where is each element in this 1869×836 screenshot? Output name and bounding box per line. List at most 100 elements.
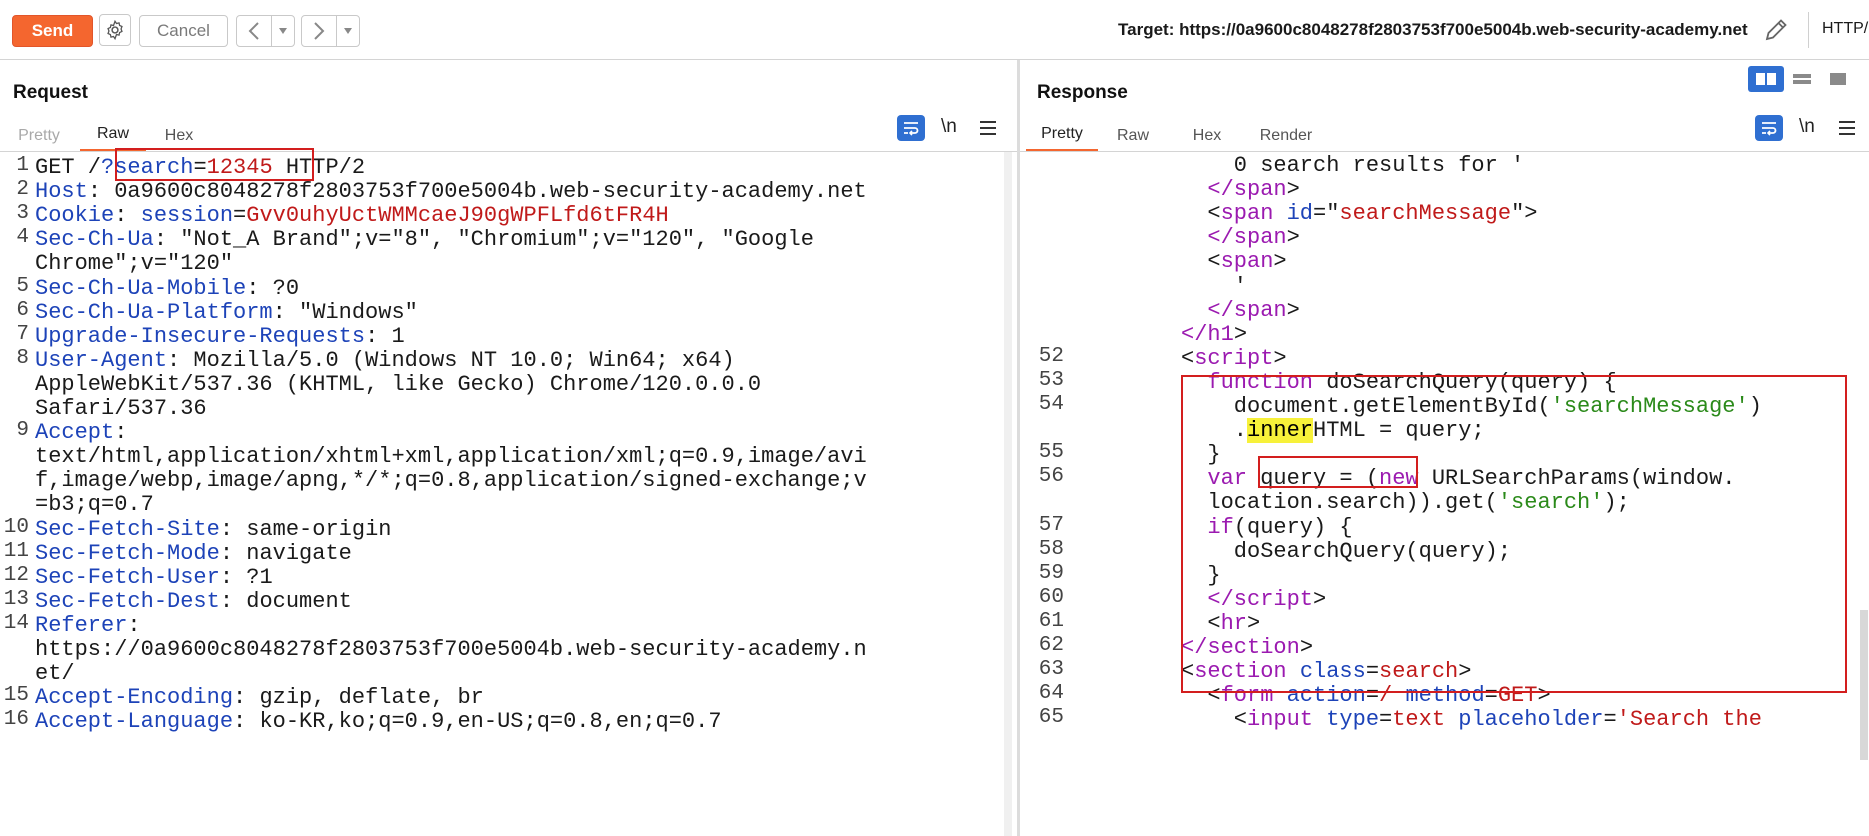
code-token: Accept-Language [35, 709, 234, 735]
code-token: : gzip, deflate, br [233, 685, 484, 711]
tab-response-render[interactable]: Render [1248, 119, 1324, 152]
code-token: searchMessage [1339, 201, 1512, 227]
search-param-highlight [115, 148, 314, 181]
response-wrap-toggle[interactable] [1755, 115, 1783, 141]
back-history-dropdown[interactable] [272, 16, 294, 46]
settings-button[interactable] [99, 14, 131, 46]
code-token: id [1286, 201, 1314, 227]
request-title: Request [13, 82, 88, 103]
line-number: 10 [3, 515, 29, 539]
layout-toggle-group [1748, 66, 1856, 92]
code-token: : 0a9600c8048278f2803753f700e5004b.web-s… [87, 179, 867, 205]
chevron-left-icon [248, 22, 259, 40]
columns-icon [1756, 73, 1776, 85]
code-token: 'Search the [1616, 707, 1762, 733]
request-editor[interactable]: 1 GET /?search=12345 HTTP/2 2 Host: 0a9600c… [0, 152, 1003, 836]
code-token: Accept-Encoding [35, 685, 234, 711]
line-number: 7 [16, 322, 29, 346]
code-token: : document [219, 588, 352, 614]
code-token: 0 search results for ' [1233, 153, 1525, 178]
line-number: 55 [1038, 441, 1064, 465]
word-wrap-icon [1762, 122, 1777, 136]
line-number [0, 443, 29, 467]
request-newline-toggle[interactable]: \n [941, 116, 957, 138]
line-number [0, 371, 29, 395]
hamburger-menu-icon[interactable] [979, 117, 997, 139]
line-number: 64 [1038, 682, 1064, 706]
line-number: 6 [16, 298, 29, 322]
back-button[interactable] [237, 16, 272, 46]
code-token: </span [1207, 297, 1287, 323]
target-url: Target: https://0a9600c8048278f2803753f7… [1118, 20, 1748, 39]
tab-response-raw[interactable]: Raw [1110, 119, 1156, 152]
line-number [1020, 200, 1064, 224]
code-token: Safari/537.36 [35, 396, 207, 421]
script-block-highlight [1181, 375, 1847, 693]
line-number [0, 250, 29, 274]
cancel-button[interactable]: Cancel [139, 15, 228, 47]
line-number: 58 [1038, 537, 1064, 561]
line-number [1020, 321, 1064, 345]
forward-button[interactable] [302, 16, 337, 46]
code-token: ' [1233, 273, 1247, 299]
line-number: 9 [16, 419, 29, 443]
code-token: Sec-Fetch-User [35, 564, 220, 590]
layout-side-by-side-button[interactable] [1748, 66, 1784, 92]
code-token: Sec-Fetch-Dest [35, 588, 220, 614]
code-token: : ?1 [219, 564, 273, 590]
code-token: input [1247, 707, 1314, 733]
layout-single-button[interactable] [1820, 66, 1856, 92]
code-token: type [1326, 707, 1380, 733]
code-token: : "Not_A Brand";v="8", "Chromium";v="120… [153, 227, 814, 253]
tab-request-pretty[interactable]: Pretty [8, 119, 70, 152]
http-version-label[interactable]: HTTP/2 [1822, 20, 1869, 38]
code-token: User-Agent [35, 347, 168, 373]
request-scrollbar-track[interactable] [1004, 152, 1012, 836]
code-token: = [1603, 707, 1617, 733]
code-token: : [114, 420, 128, 446]
line-number [0, 467, 29, 491]
layout-stacked-button[interactable] [1784, 66, 1820, 92]
response-title: Response [1037, 82, 1128, 103]
line-number [0, 395, 29, 419]
code-token: et/ [35, 661, 75, 687]
code-token: < [1233, 707, 1247, 733]
line-number: 53 [1038, 368, 1064, 392]
edit-target-button[interactable] [1761, 15, 1791, 45]
code-token: text/html,application/xhtml+xml,applicat… [35, 444, 867, 470]
request-wrap-toggle[interactable] [897, 115, 925, 141]
code-token: = [233, 203, 247, 229]
line-number: 65 [1038, 706, 1064, 730]
code-token: < [1207, 249, 1221, 275]
forward-history-dropdown[interactable] [337, 16, 359, 46]
code-token: =b3;q=0.7 [35, 492, 154, 518]
tab-response-pretty[interactable]: Pretty [1026, 119, 1098, 152]
send-button[interactable]: Send [12, 15, 93, 47]
response-scrollbar-thumb[interactable] [1860, 610, 1868, 760]
code-token: < [1207, 201, 1221, 227]
code-token: Chrome";v="120" [35, 251, 234, 277]
code-token: "> [1511, 201, 1538, 227]
code-token: : same-origin [219, 516, 392, 542]
line-number [0, 636, 29, 660]
line-number [1020, 224, 1064, 248]
code-token: script [1194, 345, 1274, 371]
line-number: 1 [16, 154, 29, 177]
line-number: 56 [1038, 465, 1064, 489]
code-token: f,image/webp,image/apng,*/*;q=0.8,applic… [35, 468, 867, 494]
pencil-icon [1765, 19, 1787, 41]
line-number [1020, 273, 1064, 297]
square-icon [1830, 73, 1846, 85]
hamburger-menu-icon[interactable] [1838, 117, 1856, 139]
line-number: 5 [16, 274, 29, 298]
line-number: 59 [1038, 561, 1064, 585]
code-token: Sec-Fetch-Site [35, 516, 220, 542]
response-newline-toggle[interactable]: \n [1799, 116, 1815, 138]
code-line: Accept-Language: ko-KR,ko;q=0.9,en-US;q=… [35, 708, 722, 736]
code-token: = [1379, 707, 1393, 733]
code-token: < [1181, 345, 1195, 371]
tab-response-hex[interactable]: Hex [1184, 119, 1230, 152]
line-number: 3 [16, 202, 29, 226]
line-number: 60 [1038, 585, 1064, 609]
